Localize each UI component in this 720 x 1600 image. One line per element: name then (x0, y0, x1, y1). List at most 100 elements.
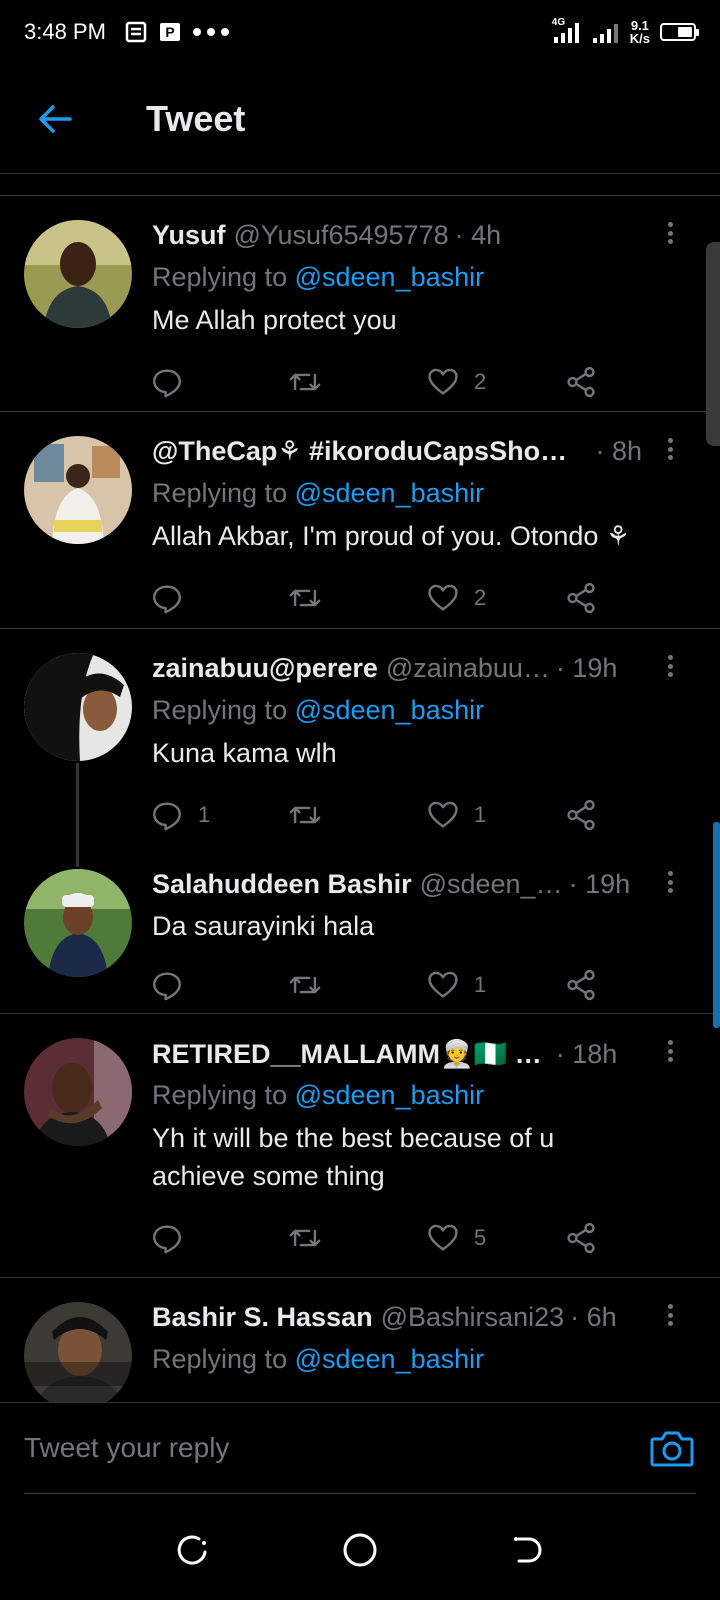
author-name[interactable]: Yusuf (152, 220, 226, 251)
tweet-time: · 18h (555, 1039, 618, 1069)
tweet-text: Kuna kama wlh (152, 738, 337, 768)
more-options-button[interactable] (660, 218, 680, 248)
share-icon (567, 582, 595, 614)
mention-link[interactable]: @sdeen_bashir (295, 695, 485, 725)
tweet-time: · 19h (568, 869, 631, 899)
author-name[interactable]: Bashir S. Hassan (152, 1302, 373, 1333)
tweet-item[interactable]: Yusuf @Yusuf65495778 · 4h Replying to @s… (0, 196, 720, 412)
back-button[interactable] (0, 64, 110, 174)
tweet-item[interactable]: Bashir S. Hassan @Bashirsani23 · 6h Repl… (0, 1278, 720, 1402)
share-button[interactable] (564, 795, 598, 835)
status-bar: 3:48 PM P 4G 9.1 K/s (0, 0, 720, 64)
like-button[interactable]: 5 (426, 1218, 564, 1258)
avatar[interactable] (24, 653, 132, 761)
retweet-button[interactable] (288, 578, 426, 618)
tweet-thread[interactable]: zainabuu@perere @zainabuu… · 19h Replyin… (0, 629, 720, 1014)
retweet-icon (289, 806, 321, 824)
reply-input[interactable] (24, 1403, 624, 1493)
mention-link[interactable]: @sdeen_bashir (295, 262, 485, 292)
tweet-time: · 4h (454, 220, 502, 250)
share-button[interactable] (564, 965, 598, 1005)
tweet-time: · 19h (555, 653, 618, 683)
tweet-text: Allah Akbar, I'm proud of you. Otondo ⚘ (152, 521, 631, 551)
author-handle: @Bashirsani23 (380, 1302, 565, 1332)
svg-text:P: P (165, 24, 174, 40)
more-dots-icon (192, 28, 229, 36)
more-options-button[interactable] (660, 1300, 680, 1330)
heart-icon (428, 801, 458, 828)
back-icon (513, 1537, 542, 1563)
author-name[interactable]: Salahuddeen Bashir (152, 869, 412, 900)
like-button[interactable]: 1 (426, 795, 564, 835)
avatar[interactable] (24, 220, 132, 328)
more-options-button[interactable] (660, 434, 680, 464)
tweet-actions: 1 (150, 945, 690, 1025)
back-nav-button[interactable] (497, 1520, 557, 1580)
reply-button[interactable] (150, 362, 288, 402)
avatar[interactable] (24, 436, 132, 544)
mention-link[interactable]: @sdeen_bashir (295, 478, 485, 508)
tweet-text: Me Allah protect you (152, 305, 397, 335)
tweet-time: · 8h (595, 436, 642, 466)
share-button[interactable] (564, 362, 598, 402)
reply-underline (24, 1493, 696, 1494)
mention-link[interactable]: @sdeen_bashir (295, 1344, 485, 1374)
avatar[interactable] (24, 1038, 132, 1146)
camera-button[interactable] (648, 1425, 696, 1473)
reply-button[interactable] (150, 578, 288, 618)
author-name[interactable]: zainabuu@perere (152, 653, 378, 684)
replying-to: Replying to @sdeen_bashir (152, 695, 485, 725)
mention-link[interactable]: @sdeen_bashir (295, 1080, 485, 1110)
share-icon (567, 799, 595, 831)
tweet-item[interactable]: RETIRED__MALLAMM👳🇳🇬 … · 18h Replying to … (0, 1014, 720, 1278)
share-icon (567, 1222, 595, 1254)
home-button[interactable] (330, 1520, 390, 1580)
signal-4g-icon: 4G (552, 17, 582, 45)
page-title: Tweet (146, 97, 246, 139)
retweet-button[interactable] (288, 362, 426, 402)
like-button[interactable]: 2 (426, 578, 564, 618)
more-options-button[interactable] (660, 651, 680, 681)
tweet-time: · 6h (570, 1302, 617, 1332)
retweet-button[interactable] (288, 965, 426, 1005)
share-icon (567, 969, 595, 1001)
heart-icon (428, 1224, 458, 1251)
reply-button[interactable] (150, 965, 288, 1005)
net-speed: 9.1 K/s (629, 18, 650, 46)
replying-to: Replying to @sdeen_bashir (152, 262, 485, 292)
like-button[interactable]: 1 (426, 965, 564, 1005)
avatar[interactable] (24, 1302, 132, 1402)
status-time: 3:48 PM (24, 19, 106, 44)
recent-apps-icon (178, 1535, 207, 1565)
author-handle: @sdeen_… (419, 869, 563, 899)
avatar[interactable] (24, 869, 132, 977)
replying-to: Replying to @sdeen_bashir (152, 478, 485, 508)
retweet-icon (289, 373, 321, 391)
recent-apps-button[interactable] (163, 1520, 223, 1580)
tweet-item[interactable]: @TheCap⚘ #ikoroduCapsShop … · 8h Replyin… (0, 412, 720, 629)
pull-handle[interactable] (706, 242, 720, 446)
more-options-button[interactable] (660, 867, 680, 897)
replying-to: Replying to @sdeen_bashir (152, 1344, 485, 1374)
retweet-button[interactable] (288, 795, 426, 835)
retweet-button[interactable] (288, 1218, 426, 1258)
author-name[interactable]: RETIRED__MALLAMM👳🇳🇬 … (152, 1038, 542, 1070)
tweet-text: Yh it will be the best because of u achi… (152, 1123, 555, 1191)
tweet-actions: 5 (150, 1195, 690, 1281)
reply-bar (0, 1402, 720, 1494)
home-icon (343, 1533, 377, 1567)
author-name[interactable]: @TheCap⚘ #ikoroduCapsShop … (152, 436, 581, 467)
tweet-item[interactable]: Salahuddeen Bashir @sdeen_… · 19h Da sau… (0, 845, 720, 1015)
like-button[interactable]: 2 (426, 362, 564, 402)
author-handle: @zainabuu… (385, 653, 550, 683)
share-button[interactable] (564, 1218, 598, 1258)
replies-feed[interactable]: Yusuf @Yusuf65495778 · 4h Replying to @s… (0, 196, 720, 1402)
reply-button[interactable]: 1 (150, 795, 288, 835)
scrollbar-thumb[interactable] (713, 822, 720, 1028)
reply-icon (153, 369, 181, 398)
app-header: Tweet (0, 64, 720, 174)
back-arrow-icon (39, 104, 72, 133)
more-options-button[interactable] (660, 1036, 680, 1066)
share-button[interactable] (564, 578, 598, 618)
reply-button[interactable] (150, 1218, 288, 1258)
